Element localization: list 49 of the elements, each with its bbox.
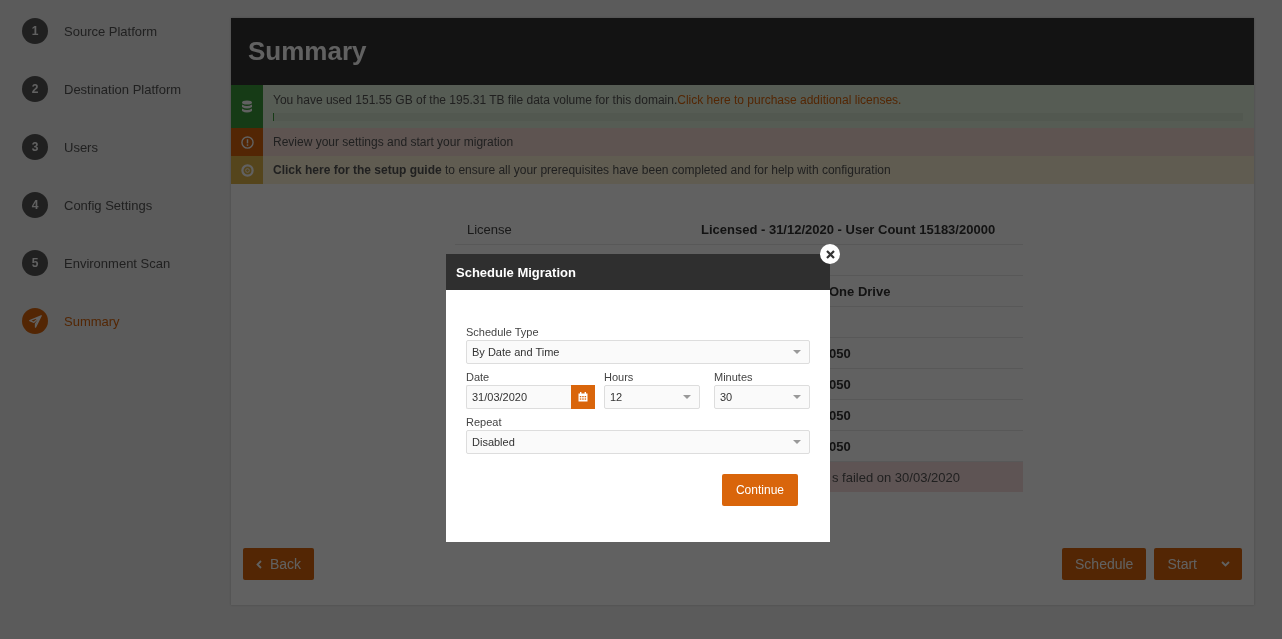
- dropdown-arrow-icon: [793, 440, 801, 444]
- minutes-dropdown[interactable]: 30: [714, 385, 810, 409]
- date-field[interactable]: 31/03/2020: [466, 385, 571, 409]
- page-title: Summary: [248, 36, 367, 67]
- table-cell: 050: [829, 376, 851, 392]
- hours-dropdown[interactable]: 12: [604, 385, 700, 409]
- table-cell: 050: [829, 407, 851, 423]
- dropdown-arrow-icon: [793, 350, 801, 354]
- table-cell: One Drive: [829, 283, 891, 299]
- dialog-title: Schedule Migration: [456, 264, 576, 280]
- field-label: Schedule Type: [466, 326, 540, 338]
- purchase-licenses-link[interactable]: Click here to purchase additional licenses.: [677, 93, 902, 107]
- step-number: 2: [22, 76, 48, 102]
- field-label: Minutes: [714, 371, 754, 383]
- lifebuoy-icon: [240, 163, 254, 177]
- step-number: 1: [22, 18, 48, 44]
- start-button[interactable]: Start: [1154, 548, 1242, 580]
- caret-icon: [1221, 561, 1230, 567]
- calendar-icon[interactable]: [571, 385, 595, 409]
- back-button[interactable]: Back: [243, 548, 315, 580]
- step-link[interactable]: Users: [64, 139, 98, 155]
- dropdown-arrow-icon: [683, 395, 691, 399]
- info-icon: [240, 135, 254, 149]
- schedule-type-dropdown[interactable]: By Date and Time: [466, 340, 810, 364]
- database-icon: [241, 100, 253, 113]
- continue-button[interactable]: Continue: [721, 474, 798, 506]
- field-label: Date: [466, 371, 491, 383]
- step-link[interactable]: Source Platform: [64, 23, 158, 39]
- field-label: Hours: [604, 371, 635, 383]
- setup-guide-message: Click here for the setup guide to ensure all your prerequisites have been completed and for help with configuration: [273, 163, 891, 177]
- table-cell: 050: [829, 345, 851, 361]
- dropdown-arrow-icon: [793, 395, 801, 399]
- repeat-dropdown[interactable]: Disabled: [466, 430, 810, 454]
- table-cell-text: License: [466, 221, 513, 237]
- error-message: s failed on 30/03/2020: [832, 469, 960, 485]
- table-cell: 050: [829, 438, 851, 454]
- step-link[interactable]: Summary: [64, 313, 120, 329]
- step-number: 5: [22, 250, 48, 276]
- table-cell: Licensed - 31/12/2020 - User Count 15183/20000: [701, 221, 996, 237]
- review-message: Review your settings and start your migration: [273, 135, 514, 149]
- schedule-button[interactable]: Schedule: [1062, 548, 1147, 580]
- step-link[interactable]: Environment Scan: [64, 255, 171, 271]
- step-link[interactable]: Config Settings: [64, 197, 153, 213]
- step-number: 3: [22, 134, 48, 160]
- usage-message: You have used 151.55 GB of the 195.31 TB file data volume for this domain.: [273, 93, 678, 107]
- field-label: Repeat: [466, 416, 503, 428]
- step-number: 4: [22, 192, 48, 218]
- step-link[interactable]: Destination Platform: [64, 81, 182, 97]
- chevron-left-icon: [256, 559, 262, 569]
